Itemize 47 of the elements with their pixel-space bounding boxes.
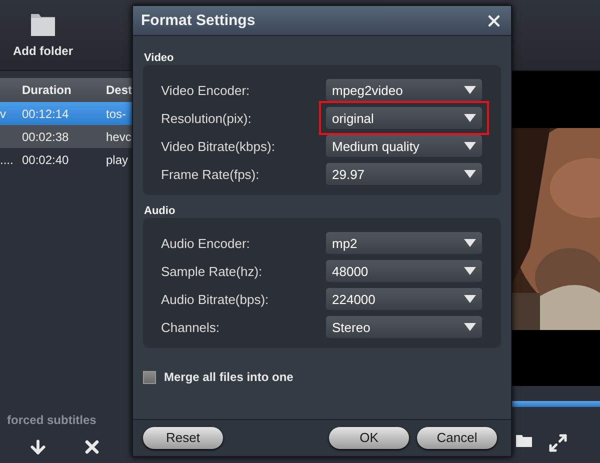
dropdown[interactable]: mp2 xyxy=(326,232,482,254)
down-arrow-icon[interactable] xyxy=(28,437,48,457)
dropdown-arrow-icon xyxy=(464,239,476,247)
field-label: Resolution(pix): xyxy=(161,110,252,126)
section-title: Video xyxy=(143,52,174,65)
destination-cell: hevc xyxy=(106,130,132,144)
checkbox-label: Merge all files into one xyxy=(164,370,294,384)
dropdown[interactable]: Medium quality xyxy=(326,135,482,157)
column-header[interactable]: Dest xyxy=(106,83,132,97)
dropdown[interactable]: 29.97 xyxy=(326,163,482,185)
ok-button[interactable]: OK xyxy=(329,427,409,449)
field-label: Audio Encoder: xyxy=(161,236,251,250)
dropdown[interactable]: 48000 xyxy=(326,260,482,282)
dropdown-arrow-icon xyxy=(464,267,476,275)
forced-subtitles-label: forced subtitles xyxy=(6,413,98,427)
cancel-button[interactable]: Cancel xyxy=(417,427,497,449)
field-label: Sample Rate(hz): xyxy=(161,264,264,278)
section-title: Audio xyxy=(143,205,176,218)
field-label: Video Encoder: xyxy=(161,82,251,98)
dropdown[interactable]: mpeg2video xyxy=(326,79,482,101)
destination-cell-text: play xyxy=(106,152,130,166)
field-label: Audio Bitrate(bps): xyxy=(161,292,270,306)
table-cell-text: .... xyxy=(0,152,14,166)
dropdown-arrow-icon xyxy=(464,86,476,94)
merge-checkbox[interactable] xyxy=(143,370,156,384)
reset-button[interactable]: Reset xyxy=(143,427,223,449)
field-label: Channels: xyxy=(161,320,221,334)
duration-cell-text: 00:02:38 xyxy=(22,130,70,144)
add-folder-button[interactable]: Add folder xyxy=(13,0,73,70)
dropdown-arrow-icon xyxy=(464,323,476,331)
dropdown-arrow-icon xyxy=(464,170,476,178)
dropdown[interactable]: original xyxy=(326,107,482,129)
dropdown-arrow-icon xyxy=(464,114,476,122)
duration-cell-text: 00:02:40 xyxy=(22,152,70,166)
dropdown-arrow-icon xyxy=(464,295,476,303)
field-label: Video Bitrate(kbps): xyxy=(161,138,276,154)
table-cell-text: v xyxy=(0,106,7,120)
destination-cell-text: tos- xyxy=(106,106,128,120)
dropdown[interactable]: Stereo xyxy=(326,316,482,338)
field-label: Frame Rate(fps): xyxy=(161,166,260,182)
fullscreen-icon[interactable] xyxy=(548,433,568,453)
timeline-bar[interactable] xyxy=(510,401,600,407)
dropdown[interactable]: 224000 xyxy=(326,288,482,310)
duration-cell-text: 00:12:14 xyxy=(22,106,70,120)
dialog-title: Format Settings xyxy=(141,12,256,29)
column-header[interactable]: Duration xyxy=(22,83,106,97)
dropdown-arrow-icon xyxy=(464,142,476,150)
